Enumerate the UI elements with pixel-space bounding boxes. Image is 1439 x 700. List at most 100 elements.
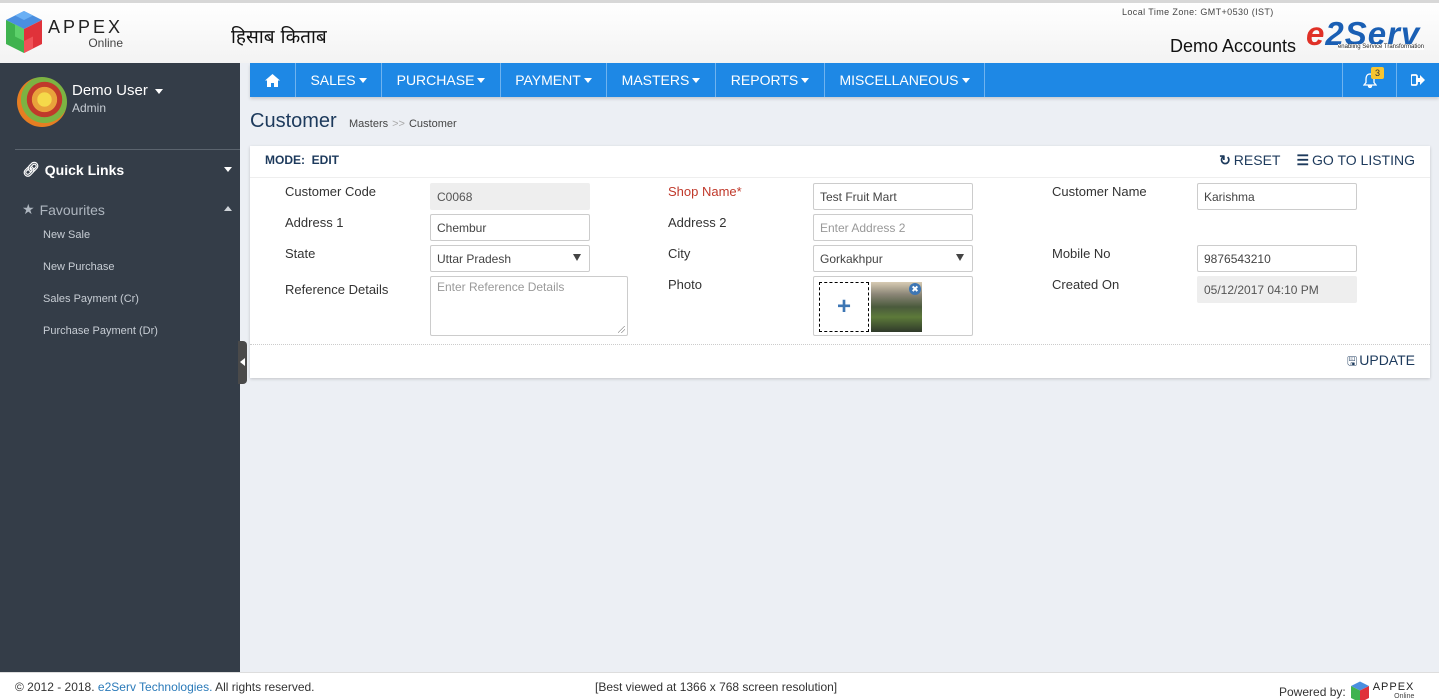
- breadcrumb-separator: >>: [392, 118, 405, 130]
- nav-purchase[interactable]: PURCHASE: [382, 63, 501, 97]
- update-button[interactable]: 🖫︎UPDATE: [1347, 352, 1415, 373]
- card-footer-divider: [250, 344, 1430, 345]
- reference-details-textarea[interactable]: Enter Reference Details: [430, 276, 628, 336]
- quick-links-toggle[interactable]: 🔗︎ Quick Links: [22, 161, 232, 178]
- plus-icon: +: [837, 293, 851, 321]
- address1-input[interactable]: Chembur: [430, 214, 590, 241]
- address2-label: Address 2: [668, 215, 727, 230]
- sidebar-divider: [15, 149, 240, 150]
- go-to-listing-label: GO TO LISTING: [1312, 152, 1415, 168]
- nav-reports-label: REPORTS: [731, 72, 798, 88]
- powered-logo-name: APPEX: [1373, 683, 1415, 692]
- city-select[interactable]: Gorkakhpur: [813, 245, 973, 272]
- mobile-label: Mobile No: [1052, 246, 1111, 261]
- sidebar-item-purchase-payment[interactable]: Purchase Payment (Dr): [43, 325, 158, 337]
- nav-sales-label: SALES: [310, 72, 355, 88]
- nav-purchase-label: PURCHASE: [397, 72, 475, 88]
- user-role: Admin: [72, 101, 106, 115]
- sidebar-collapse-handle[interactable]: [238, 341, 247, 384]
- home-icon: [265, 74, 280, 87]
- reset-label: RESET: [1234, 152, 1281, 168]
- chevron-down-icon: [962, 78, 970, 83]
- nav-masters-label: MASTERS: [622, 72, 690, 88]
- sidebar-item-new-purchase[interactable]: New Purchase: [43, 261, 115, 273]
- shop-name-input[interactable]: Test Fruit Mart: [813, 183, 973, 210]
- cube-logo-icon: [4, 9, 44, 55]
- state-value: Uttar Pradesh: [437, 252, 511, 266]
- chevron-up-icon: [224, 206, 232, 211]
- mobile-input[interactable]: 9876543210: [1197, 245, 1357, 272]
- sidebar-item-new-sale[interactable]: New Sale: [43, 229, 90, 241]
- avatar[interactable]: [17, 77, 67, 127]
- reference-details-label: Reference Details: [285, 282, 388, 297]
- refresh-icon: ↻: [1219, 152, 1231, 168]
- nav-payment[interactable]: PAYMENT: [501, 63, 607, 97]
- nav-sales[interactable]: SALES: [296, 63, 382, 97]
- mode-indicator: MODE: EDIT: [265, 153, 339, 167]
- logo-sub: Online: [48, 36, 123, 50]
- sign-out-icon: [1411, 74, 1425, 86]
- chevron-down-icon: [477, 78, 485, 83]
- nav-spacer: [985, 63, 1343, 97]
- powered-by-label: Powered by:: [1279, 685, 1346, 699]
- nav-masters[interactable]: MASTERS: [607, 63, 716, 97]
- photo-upload-area: + ✖: [813, 276, 973, 336]
- customer-form-card: MODE: EDIT ↻RESET ☰GO TO LISTING Custome…: [250, 146, 1430, 378]
- address1-label: Address 1: [285, 215, 344, 230]
- logo-name: APPEX: [48, 17, 123, 38]
- photo-label: Photo: [668, 277, 702, 292]
- powered-by: Powered by: APPEX Online: [1279, 680, 1414, 700]
- cube-logo-icon: [1350, 680, 1370, 700]
- copyright-suffix: All rights reserved.: [215, 680, 314, 694]
- nav-miscellaneous[interactable]: MISCELLANEOUS: [825, 63, 985, 97]
- user-menu[interactable]: Demo User: [72, 82, 163, 99]
- nav-home[interactable]: [250, 63, 296, 97]
- user-name: Demo User: [72, 82, 148, 99]
- mode-value: EDIT: [312, 153, 339, 167]
- notifications-button[interactable]: 3: [1343, 63, 1397, 97]
- nav-misc-label: MISCELLANEOUS: [839, 72, 958, 88]
- mode-label: MODE:: [265, 153, 305, 167]
- page-title: Customer: [250, 110, 337, 133]
- customer-name-label: Customer Name: [1052, 184, 1147, 199]
- nav-payment-label: PAYMENT: [515, 72, 581, 88]
- go-to-listing-button[interactable]: ☰GO TO LISTING: [1296, 152, 1415, 169]
- nav-reports[interactable]: REPORTS: [716, 63, 825, 97]
- city-value: Gorkakhpur: [820, 252, 883, 266]
- address2-input[interactable]: Enter Address 2: [813, 214, 973, 241]
- add-photo-button[interactable]: +: [819, 282, 869, 332]
- chevron-down-icon: [801, 78, 809, 83]
- sidebar-item-sales-payment[interactable]: Sales Payment (Cr): [43, 293, 139, 305]
- logout-button[interactable]: [1397, 63, 1439, 97]
- star-icon: ★: [22, 201, 35, 218]
- breadcrumb: Masters>>Customer: [349, 118, 457, 130]
- footer: © 2012 - 2018. e2Serv Technologies. All …: [0, 672, 1439, 700]
- created-on-label: Created On: [1052, 277, 1119, 292]
- remove-photo-icon[interactable]: ✖: [909, 283, 921, 295]
- sidebar: Demo User Admin 🔗︎ Quick Links ★ Favouri…: [0, 63, 240, 672]
- save-icon: 🖫︎: [1347, 354, 1357, 368]
- company-link[interactable]: e2Serv Technologies.: [98, 680, 213, 694]
- chevron-down-icon: [359, 78, 367, 83]
- company-name: Demo Accounts: [1170, 36, 1296, 57]
- update-label: UPDATE: [1359, 352, 1415, 368]
- customer-name-input[interactable]: Karishma: [1197, 183, 1357, 210]
- reset-button[interactable]: ↻RESET: [1219, 152, 1280, 169]
- copyright: © 2012 - 2018. e2Serv Technologies. All …: [15, 680, 315, 694]
- quick-links-label: Quick Links: [45, 162, 124, 178]
- created-on-field: 05/12/2017 04:10 PM: [1197, 276, 1357, 303]
- chevron-down-icon: [155, 89, 163, 94]
- state-select[interactable]: Uttar Pradesh: [430, 245, 590, 272]
- notification-badge: 3: [1371, 67, 1384, 79]
- breadcrumb-masters[interactable]: Masters: [349, 118, 388, 130]
- photo-thumbnail[interactable]: ✖: [871, 282, 922, 332]
- e2serv-logo: e2Serv enabling Service Transformation: [1306, 17, 1434, 57]
- chevron-down-icon: [692, 78, 700, 83]
- brand-tagline: enabling Service Transformation: [1338, 44, 1424, 50]
- favourites-toggle[interactable]: ★ Favourites: [22, 201, 232, 218]
- list-icon: ☰: [1296, 152, 1309, 168]
- dropdown-arrow-icon: [956, 254, 964, 261]
- appex-logo[interactable]: APPEX Online: [4, 9, 123, 55]
- link-icon: 🔗︎: [22, 161, 40, 178]
- app-title: हिसाब किताब: [231, 23, 327, 49]
